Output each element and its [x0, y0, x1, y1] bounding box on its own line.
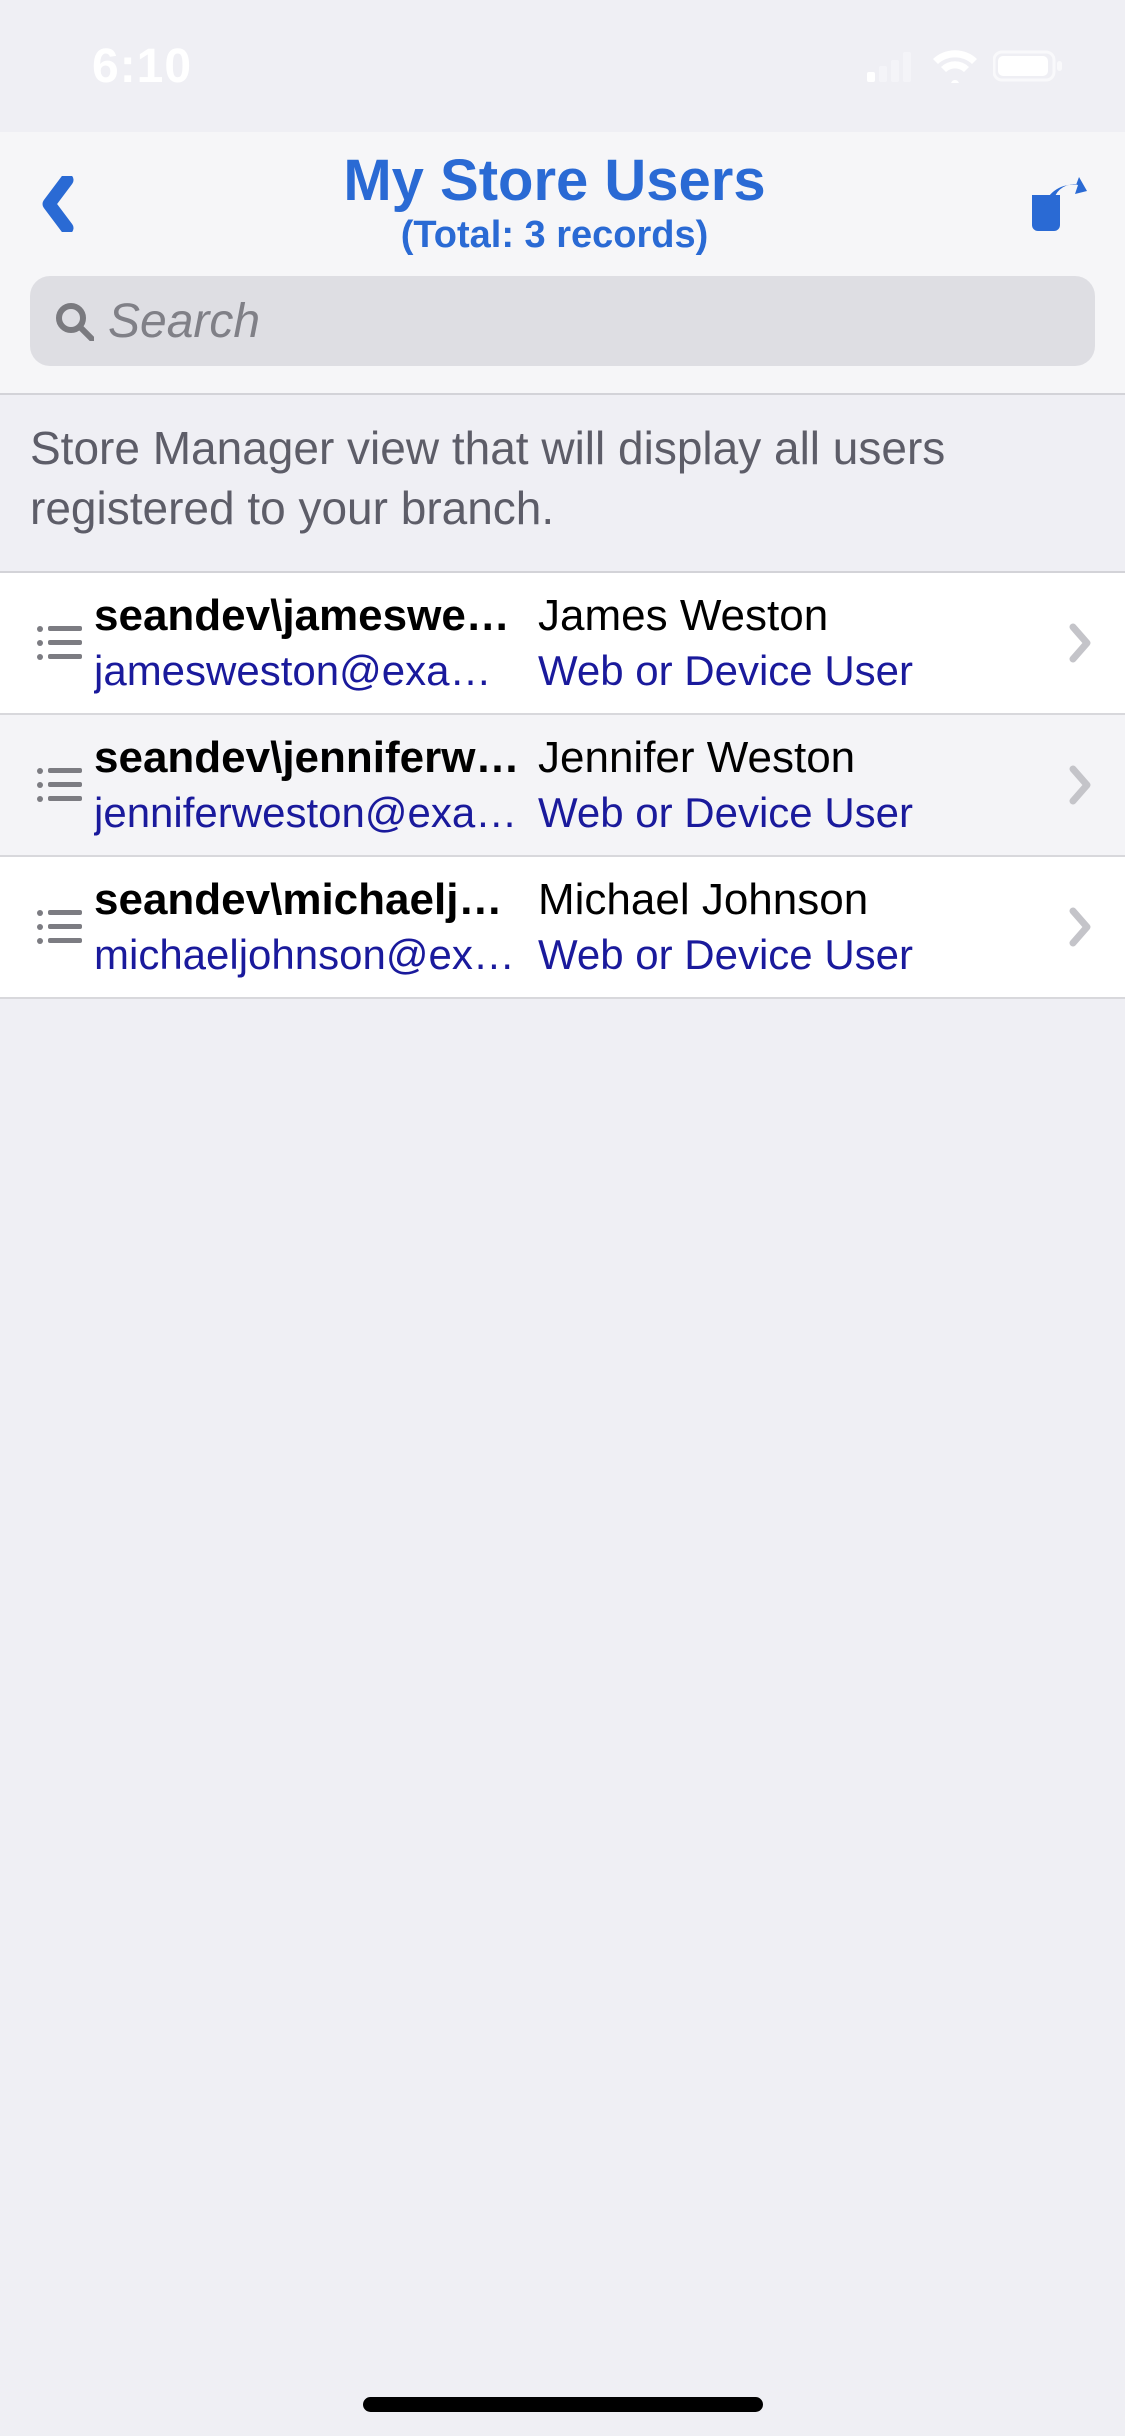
page-title: My Store Users [88, 151, 1021, 212]
status-time: 6:10 [92, 39, 192, 94]
wifi-icon [931, 49, 979, 83]
chevron-right-icon [1059, 623, 1103, 663]
page-subtitle: (Total: 3 records) [88, 214, 1021, 257]
cellular-icon [867, 50, 917, 82]
user-row[interactable]: seandev\jenniferweston Jennifer Weston j… [0, 715, 1125, 857]
user-row-body: seandev\jenniferweston Jennifer Weston j… [94, 733, 1059, 837]
user-email: jamesweston@example.com [94, 647, 524, 695]
user-email: jenniferweston@example.com [94, 789, 524, 837]
status-indicators [867, 49, 1065, 83]
user-displayname: Jennifer Weston [538, 733, 1059, 783]
chevron-right-icon [1059, 907, 1103, 947]
chevron-right-icon [1059, 765, 1103, 805]
search-input[interactable] [108, 294, 1071, 349]
list-icon [24, 757, 94, 813]
user-email: michaeljohnson@example.com [94, 931, 524, 979]
description-text: Store Manager view that will display all… [30, 419, 1095, 539]
home-indicator [363, 2397, 763, 2412]
nav-title-wrap: My Store Users (Total: 3 records) [88, 151, 1021, 257]
user-row[interactable]: seandev\jamesweston James Weston jameswe… [0, 573, 1125, 715]
header: My Store Users (Total: 3 records) [0, 132, 1125, 393]
search-wrap [0, 276, 1125, 392]
back-button[interactable] [28, 164, 88, 244]
search-field[interactable] [30, 276, 1095, 366]
user-role: Web or Device User [538, 647, 1059, 695]
user-role: Web or Device User [538, 789, 1059, 837]
user-role: Web or Device User [538, 931, 1059, 979]
battery-icon [993, 49, 1065, 83]
user-row-body: seandev\jamesweston James Weston jameswe… [94, 591, 1059, 695]
user-username: seandev\jamesweston [94, 591, 524, 641]
description-box: Store Manager view that will display all… [0, 393, 1125, 573]
chevron-left-icon [41, 176, 75, 232]
nav-bar: My Store Users (Total: 3 records) [0, 132, 1125, 276]
user-row[interactable]: seandev\michaeljohnson Michael Johnson m… [0, 857, 1125, 999]
user-displayname: Michael Johnson [538, 875, 1059, 925]
list-icon [24, 899, 94, 955]
list-icon [24, 615, 94, 671]
share-icon [1026, 175, 1088, 233]
user-username: seandev\jenniferweston [94, 733, 524, 783]
user-list: seandev\jamesweston James Weston jameswe… [0, 573, 1125, 999]
user-displayname: James Weston [538, 591, 1059, 641]
user-username: seandev\michaeljohnson [94, 875, 524, 925]
user-row-body: seandev\michaeljohnson Michael Johnson m… [94, 875, 1059, 979]
status-bar: 6:10 [0, 0, 1125, 132]
share-button[interactable] [1021, 168, 1093, 240]
search-icon [54, 301, 94, 341]
